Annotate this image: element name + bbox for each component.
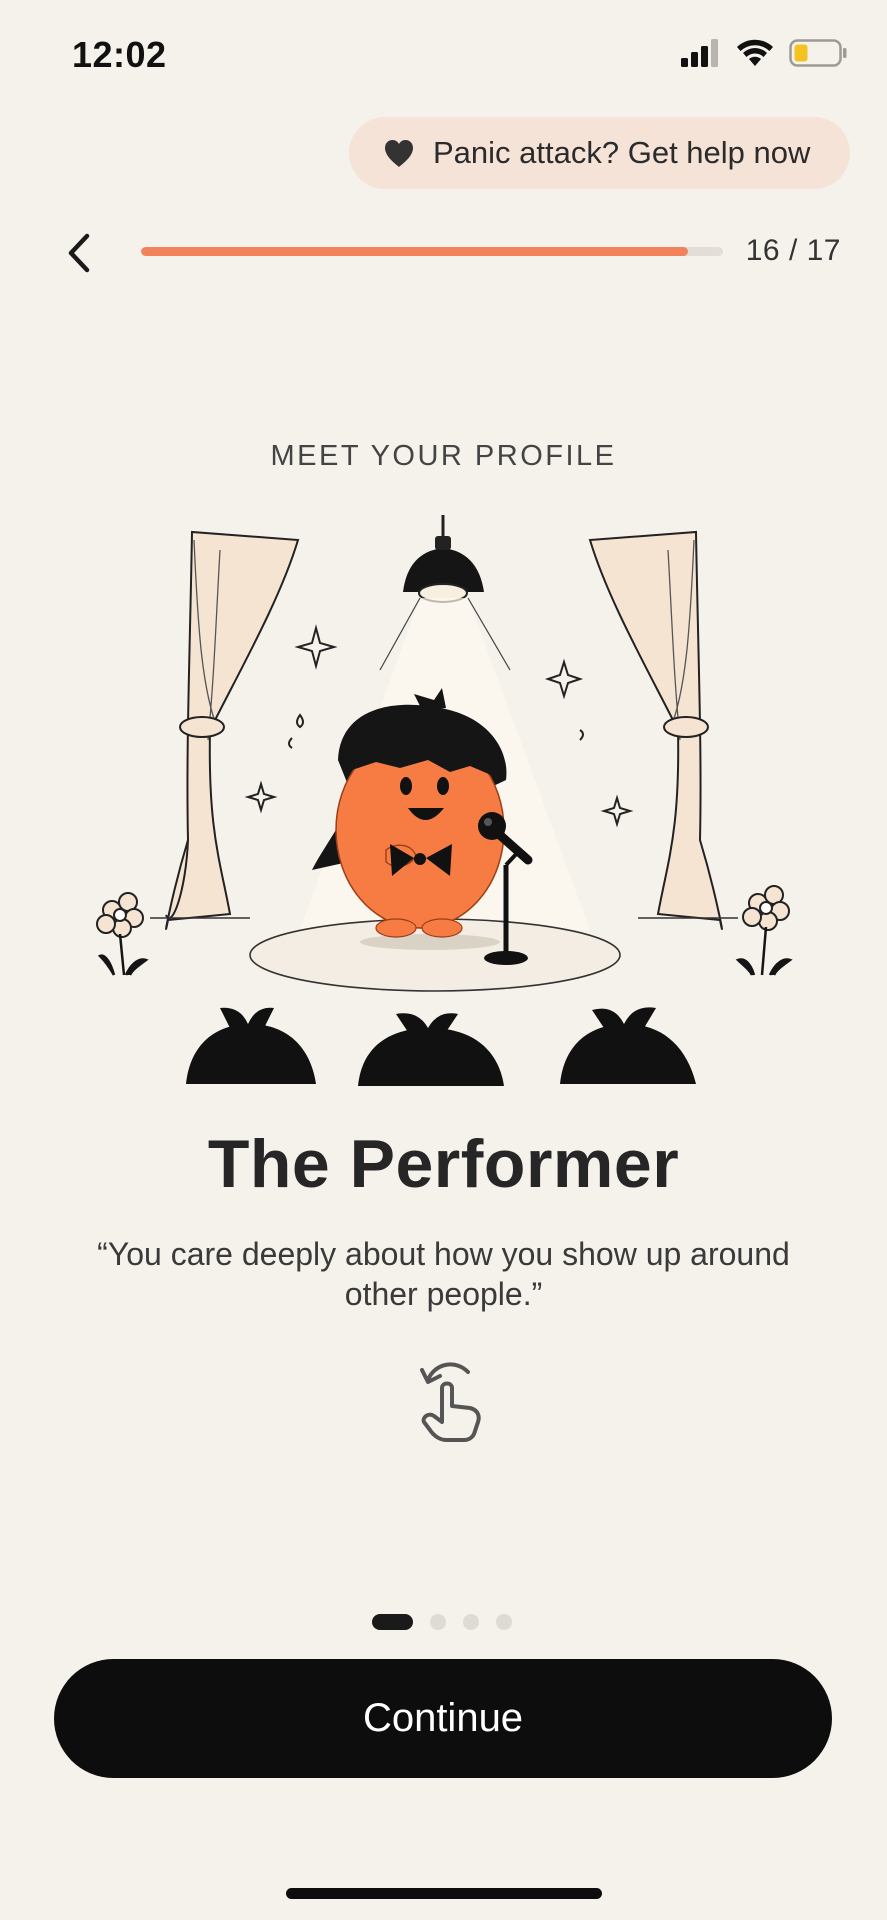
chevron-left-icon (68, 233, 90, 273)
step-counter: 16 / 17 (745, 234, 841, 267)
pagination-dot[interactable] (463, 1614, 479, 1630)
home-indicator (286, 1888, 602, 1899)
profile-eyebrow: MEET YOUR PROFILE (270, 440, 617, 472)
heart-icon (385, 140, 413, 167)
back-button[interactable] (52, 226, 106, 280)
wifi-icon (737, 39, 773, 66)
pagination-dot[interactable] (372, 1614, 413, 1630)
progress-bar-fill (141, 247, 689, 256)
panic-help-button[interactable]: Panic attack? Get help now (349, 117, 850, 189)
progress-header: 16 / 17 (0, 222, 887, 282)
battery-icon (789, 39, 847, 67)
status-bar: 12:02 (0, 0, 887, 110)
continue-button[interactable]: Continue (54, 1659, 832, 1778)
progress-bar (141, 247, 723, 256)
performer-on-stage-illustration (96, 515, 793, 1086)
profile-quote: “You care deeply about how you show up a… (97, 1236, 790, 1312)
tap-to-flip-icon[interactable] (416, 1358, 488, 1442)
status-time: 12:02 (72, 34, 167, 75)
profile-title: The Performer (207, 1126, 680, 1202)
cellular-signal-icon (681, 39, 718, 67)
pagination-dot[interactable] (430, 1614, 446, 1630)
status-icons (681, 38, 847, 68)
pagination-dot[interactable] (496, 1614, 512, 1630)
pagination-dots (372, 1614, 512, 1630)
panic-help-label: Panic attack? Get help now (433, 135, 811, 170)
